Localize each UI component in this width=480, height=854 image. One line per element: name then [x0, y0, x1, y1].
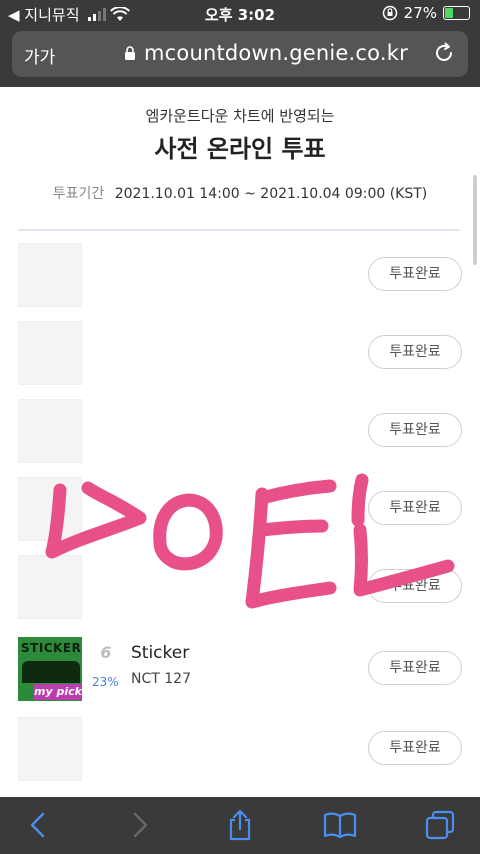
chevron-left-icon	[30, 812, 45, 838]
battery-icon	[443, 6, 470, 20]
vote-row: 투표완료	[18, 321, 462, 391]
vote-percent: 23%	[92, 675, 119, 689]
album-thumbnail	[18, 555, 82, 619]
bookmarks-button[interactable]	[322, 807, 358, 843]
album-thumbnail: STICKER my pick	[18, 637, 82, 701]
album-thumbnail	[18, 477, 82, 541]
book-icon	[323, 812, 357, 839]
album-thumbnail	[18, 243, 82, 307]
status-bar: ◀ 지니뮤직 오후 3:02 27%	[0, 0, 480, 27]
page-title: 사전 온라인 투표	[154, 135, 326, 163]
rank: 6	[100, 643, 112, 662]
vote-done-button[interactable]: 투표완료	[368, 413, 462, 447]
vote-row: 투표완료	[18, 477, 462, 547]
vote-done-button[interactable]: 투표완료	[368, 335, 462, 369]
text-size-button[interactable]: 가가	[24, 43, 55, 68]
artist-name: NCT 127	[131, 671, 191, 687]
vote-done-button[interactable]: 투표완료	[368, 491, 462, 525]
my-pick-badge: my pick	[34, 684, 82, 700]
web-page: 엠카운트다운 차트에 반영되는 사전 온라인 투표 투표기간 2021.10.0…	[0, 87, 480, 797]
vote-row: 투표완료	[18, 555, 462, 625]
vote-done-button[interactable]: 투표완료	[368, 569, 462, 603]
album-thumbnail	[18, 717, 82, 781]
vote-done-button[interactable]: 투표완료	[368, 731, 462, 765]
page-scrollbar[interactable]	[473, 175, 477, 265]
address-bar[interactable]: 가가 mcountdown.genie.co.kr	[12, 31, 468, 77]
vote-row: STICKER my pick 6 23% Sticker NCT 127 투표…	[18, 637, 462, 707]
period-label: 투표기간	[52, 186, 105, 202]
share-button[interactable]	[222, 807, 258, 843]
back-button[interactable]	[20, 807, 56, 843]
status-right: 27%	[382, 4, 470, 22]
voting-period: 투표기간 2021.10.01 14:00 ~ 2021.10.04 09:00…	[0, 183, 480, 203]
chevron-right-icon	[133, 812, 148, 838]
album-artwork-figures	[22, 661, 80, 683]
page-subtitle: 엠카운트다운 차트에 반영되는	[145, 107, 335, 125]
url-text[interactable]: mcountdown.genie.co.kr	[144, 41, 408, 65]
forward-button[interactable]	[122, 807, 158, 843]
vote-done-button[interactable]: 투표완료	[368, 257, 462, 291]
tabs-button[interactable]	[422, 807, 458, 843]
album-title: STICKER	[21, 641, 82, 655]
song-title: Sticker	[131, 643, 190, 663]
browser-address-area: 가가 mcountdown.genie.co.kr	[0, 27, 480, 87]
period-value: 2021.10.01 14:00 ~ 2021.10.04 09:00 (KST…	[114, 186, 428, 202]
vote-row: 투표완료	[18, 399, 462, 469]
album-thumbnail	[18, 321, 82, 385]
vote-row: 투표완료	[18, 717, 462, 787]
browser-toolbar	[0, 797, 480, 854]
share-icon	[229, 809, 251, 841]
vote-done-button[interactable]: 투표완료	[368, 651, 462, 685]
reload-icon[interactable]	[432, 41, 456, 65]
battery-percent: 27%	[403, 4, 437, 22]
lock-icon	[125, 46, 135, 60]
tabs-icon	[425, 810, 455, 840]
orientation-lock-icon	[382, 5, 397, 21]
divider	[18, 229, 460, 231]
album-thumbnail	[18, 399, 82, 463]
vote-row: 투표완료	[18, 243, 462, 313]
